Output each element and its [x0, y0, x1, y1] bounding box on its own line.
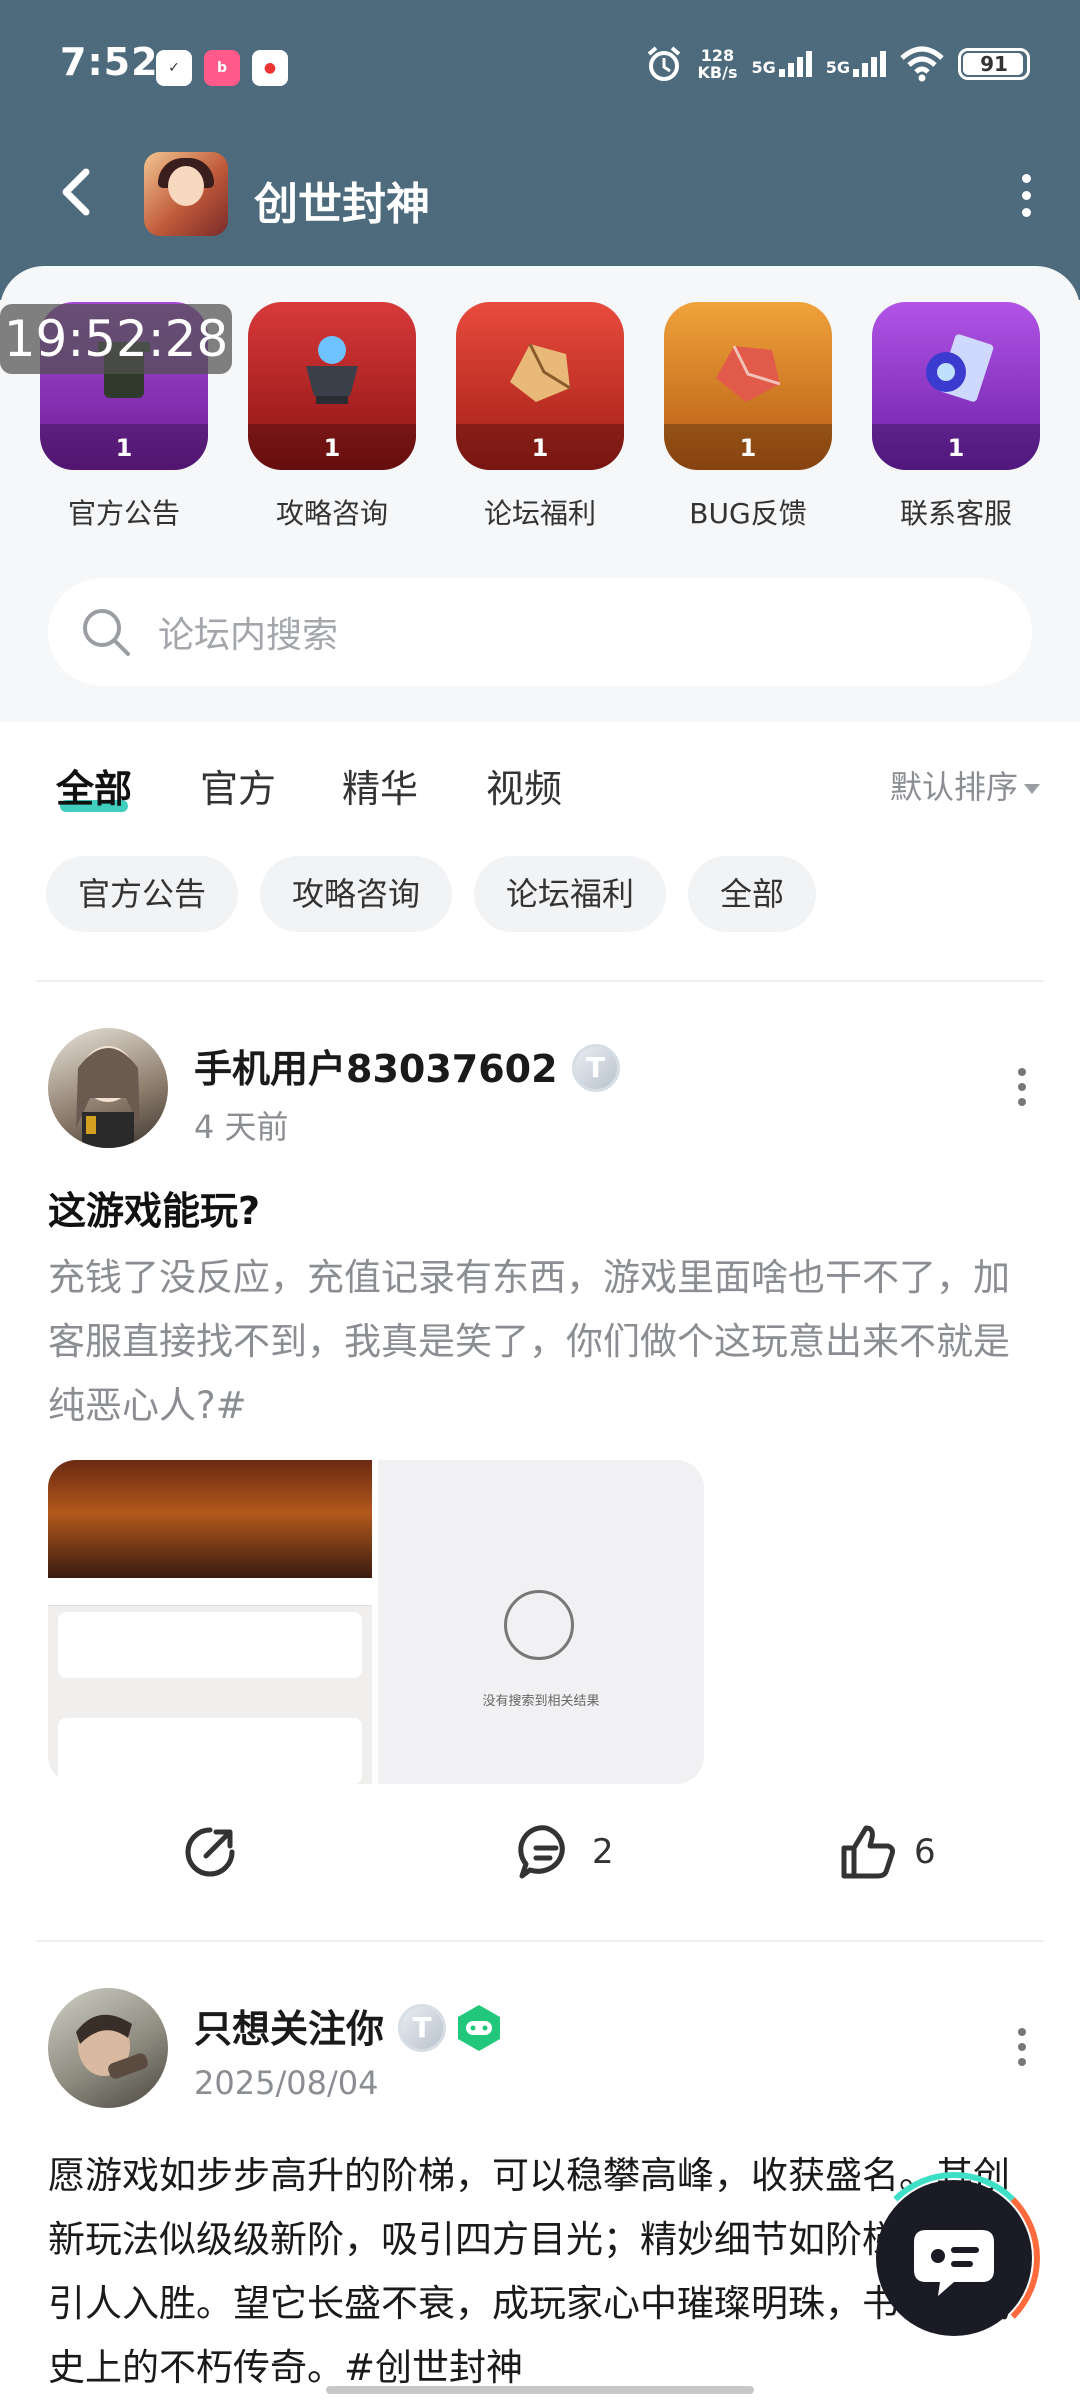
system-icons: 128 KB/s 5G 5G 91 — [644, 44, 1030, 84]
back-arrow-icon[interactable] — [48, 162, 108, 222]
network-speed: 128 KB/s — [697, 46, 738, 82]
shortcut-label: 官方公告 — [67, 497, 180, 530]
divider — [36, 1940, 1044, 1942]
level-badge-icon: T — [571, 1043, 620, 1092]
like-button[interactable]: 6 — [838, 1822, 936, 1882]
timestamp-overlay: 19:52:28 — [0, 304, 232, 374]
notification-app-icon: ✓ — [156, 50, 192, 86]
chip-official-notice[interactable]: 官方公告 — [46, 856, 239, 932]
post-title: 这游戏能玩? — [48, 1189, 261, 1233]
image-text: 没有搜索到相关结果 — [482, 1694, 600, 1709]
comment-icon — [518, 1825, 565, 1879]
share-button[interactable] — [180, 1822, 240, 1882]
tab-bar: 全部 官方 精华 视频 默认排序 — [0, 740, 1080, 830]
shortcut-label: 攻略咨询 — [275, 497, 388, 530]
app-header: 7:52 ✓ b ● 128 KB/s 5G 5G 91 创世封神 — [0, 0, 1080, 300]
tab-featured[interactable]: 精华 — [342, 758, 418, 813]
chip-strategy[interactable]: 攻略咨询 — [260, 856, 453, 932]
search-icon — [83, 609, 130, 656]
tab-official[interactable]: 官方 — [200, 758, 276, 813]
status-bar: 7:52 ✓ b ● 128 KB/s 5G 5G 91 — [0, 0, 1080, 130]
avatar[interactable] — [48, 1988, 168, 2108]
wifi-icon — [900, 46, 944, 82]
gamepad-badge-icon — [458, 2004, 501, 2051]
nav-bar: 创世封神 — [0, 140, 1080, 250]
game-avatar[interactable] — [144, 152, 228, 236]
chip-forum-benefits[interactable]: 论坛福利 — [474, 856, 667, 932]
signal-icon: 5G — [826, 51, 886, 77]
search-icon — [504, 1590, 574, 1660]
ssr-card-icon: 1 — [872, 302, 1040, 470]
post-more-button[interactable] — [1010, 1062, 1034, 1112]
sort-dropdown[interactable]: 默认排序 — [890, 762, 1040, 808]
post-image-grid[interactable]: 没有搜索到相关结果 — [48, 1460, 704, 1784]
search-input[interactable]: 论坛内搜索 — [48, 578, 1032, 686]
tab-all[interactable]: 全部 — [56, 758, 132, 813]
share-icon — [185, 1827, 235, 1877]
post-image[interactable]: 没有搜索到相关结果 — [378, 1460, 704, 1784]
divider — [36, 980, 1044, 982]
brazier-icon: 1 — [248, 302, 416, 470]
shortcut-label: 论坛福利 — [483, 497, 596, 530]
search-placeholder: 论坛内搜索 — [158, 615, 339, 656]
status-time: 7:52 — [60, 40, 159, 84]
gold-ore-icon: 1 — [456, 302, 624, 470]
shortcut-label: 联系客服 — [899, 497, 1012, 530]
shortcut-contact-support[interactable]: 1 联系客服 — [871, 302, 1041, 532]
level-badge-icon: T — [398, 2003, 447, 2052]
shortcut-strategy[interactable]: 1 攻略咨询 — [247, 302, 417, 532]
comment-button[interactable]: 2 — [516, 1822, 614, 1882]
red-ore-icon: 1 — [664, 302, 832, 470]
tab-video[interactable]: 视频 — [486, 758, 562, 813]
post-username[interactable]: 手机用户83037602 T — [194, 1038, 620, 1096]
chip-all[interactable]: 全部 — [688, 856, 817, 932]
post-time: 2025/08/04 — [194, 2064, 379, 2102]
caret-down-icon — [1024, 784, 1040, 794]
home-indicator — [326, 2386, 754, 2394]
post-body: 充钱了没反应，充值记录有东西，游戏里面啥也干不了，加客服直接找不到，我真是笑了，… — [48, 1256, 1010, 1427]
filter-chips: 官方公告 攻略咨询 论坛福利 全部 — [46, 856, 817, 932]
post-more-button[interactable] — [1010, 2022, 1034, 2072]
signal-icon: 5G — [751, 51, 812, 77]
shortcut-forum-benefits[interactable]: 1 论坛福利 — [455, 302, 625, 532]
battery-indicator: 91 — [958, 48, 1030, 80]
chat-fab-button[interactable] — [876, 2180, 1032, 2336]
avatar[interactable] — [48, 1028, 168, 1148]
notification-app-icon: ● — [252, 50, 288, 86]
shortcut-label: BUG反馈 — [689, 497, 807, 530]
post-actions: 2 6 — [0, 1822, 1080, 1902]
more-options-button[interactable] — [1006, 170, 1046, 220]
like-count: 6 — [914, 1832, 936, 1872]
post-username[interactable]: 只想关注你 T — [194, 1998, 504, 2057]
alarm-icon — [647, 46, 680, 81]
post-time: 4 天前 — [194, 1108, 289, 1146]
notification-app-icon: b — [204, 50, 240, 86]
post-image[interactable] — [48, 1460, 372, 1784]
page-title: 创世封神 — [254, 179, 430, 230]
thumbs-up-icon — [841, 1825, 895, 1879]
chat-bubble-icon — [914, 2230, 994, 2296]
shortcut-bug-feedback[interactable]: 1 BUG反馈 — [663, 302, 833, 532]
comment-count: 2 — [592, 1832, 614, 1872]
